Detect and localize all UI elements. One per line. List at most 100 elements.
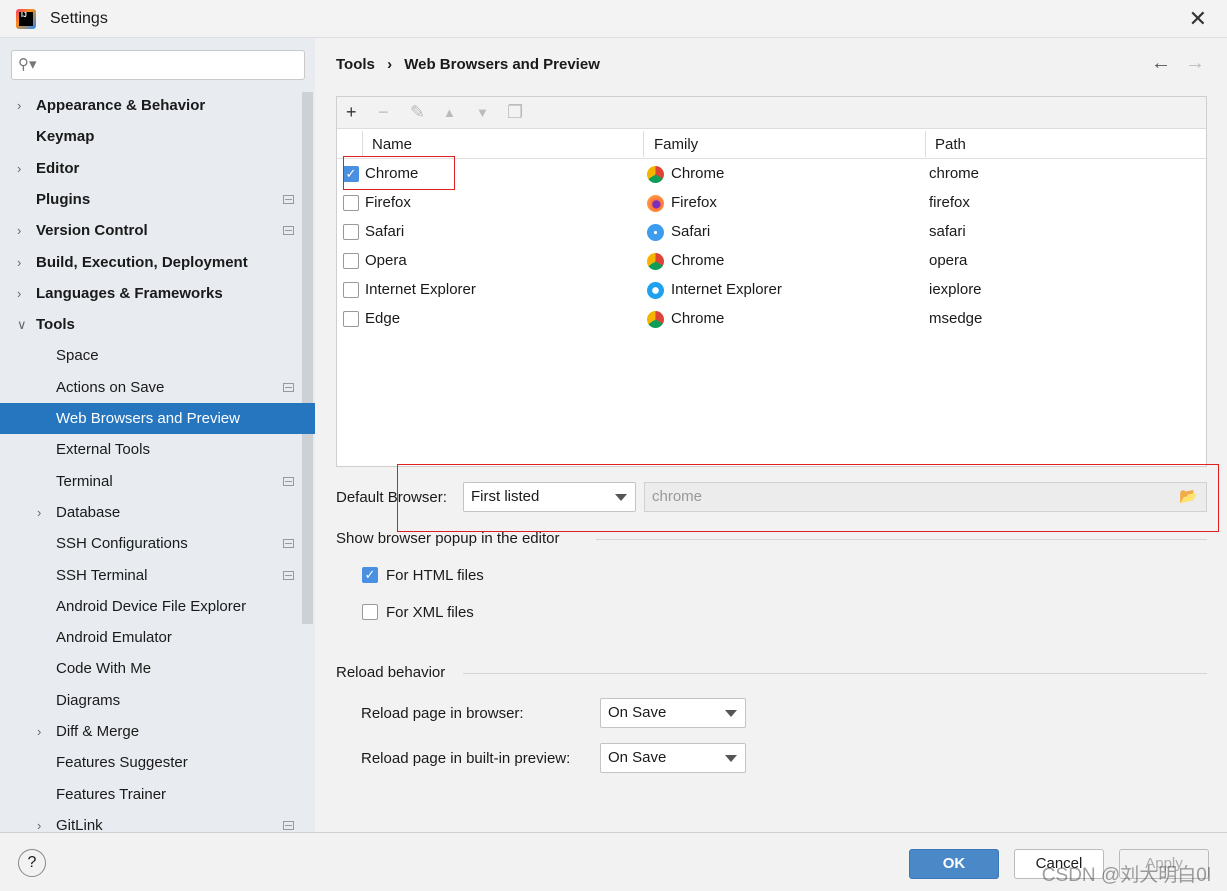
browser-family: Safari [671, 223, 711, 240]
sidebar-item[interactable]: Web Browsers and Preview [0, 403, 315, 434]
chevron-right-icon[interactable]: › [17, 215, 21, 246]
sidebar-item[interactable]: › Version Control [0, 215, 315, 246]
sidebar-item-label: Keymap [36, 128, 95, 146]
sidebar-item[interactable]: Features Suggester [0, 747, 315, 778]
sidebar-item[interactable]: Android Device File Explorer [0, 591, 315, 622]
sidebar-item[interactable]: SSH Terminal [0, 560, 315, 591]
breadcrumb-parent[interactable]: Tools [336, 56, 375, 73]
remove-icon[interactable]: − [378, 102, 389, 123]
sidebar-item-label: Terminal [56, 472, 113, 490]
watermark: CSDN @刘大明白0l [1041, 865, 1211, 886]
add-icon[interactable]: + [346, 102, 357, 123]
sidebar-item-label: SSH Configurations [56, 535, 188, 553]
chevron-right-icon[interactable]: › [17, 153, 21, 184]
table-row[interactable]: ✓ Chrome Chrome chrome [337, 160, 1206, 189]
back-arrow-icon[interactable]: ← [1151, 52, 1171, 75]
table-row[interactable]: Edge Chrome msedge [337, 305, 1206, 334]
reload-browser-value: On Save [608, 704, 667, 721]
sidebar-item-label: Web Browsers and Preview [56, 410, 240, 427]
xml-files-label[interactable]: For XML files [386, 604, 474, 621]
help-button[interactable]: ? [18, 849, 46, 877]
sidebar-item-label: Features Trainer [56, 785, 167, 803]
sidebar-item-label: Android Emulator [56, 629, 172, 647]
sidebar-item[interactable]: Code With Me [0, 653, 315, 684]
reload-browser-dropdown[interactable]: On Save [600, 698, 746, 728]
sidebar-item-label: GitLink [56, 816, 103, 832]
sidebar-item-label: Version Control [36, 222, 148, 240]
ok-button[interactable]: OK [909, 849, 999, 879]
title-bar: IJ Settings ✕ [0, 0, 1227, 38]
column-family[interactable]: Family [654, 136, 698, 153]
chevron-down-icon [725, 710, 737, 717]
browser-name: Internet Explorer [365, 281, 476, 298]
search-icon: ⚲▾ [18, 56, 37, 73]
close-icon[interactable]: ✕ [1189, 6, 1207, 32]
browser-path: safari [929, 223, 966, 240]
browser-active-checkbox[interactable] [343, 195, 359, 211]
sidebar-item[interactable]: Keymap [0, 121, 315, 152]
sidebar-item[interactable]: Android Emulator [0, 622, 315, 653]
browser-active-checkbox[interactable] [343, 311, 359, 327]
breadcrumb-separator: › [387, 56, 393, 73]
table-row[interactable]: Opera Chrome opera [337, 247, 1206, 276]
chevron-right-icon[interactable]: › [17, 278, 21, 309]
chevron-right-icon[interactable]: › [17, 90, 21, 121]
project-settings-icon [283, 820, 294, 830]
move-up-icon[interactable]: ▲ [443, 105, 456, 120]
chrome-icon [647, 253, 664, 270]
sidebar-item-label: Features Suggester [56, 754, 188, 772]
chevron-right-icon[interactable]: › [37, 810, 41, 832]
sidebar-item-label: Diagrams [56, 691, 121, 709]
sidebar-item[interactable]: › Languages & Frameworks [0, 278, 315, 309]
html-files-label[interactable]: For HTML files [386, 567, 484, 584]
sidebar-item[interactable]: › GitLink [0, 810, 315, 832]
html-files-checkbox[interactable]: ✓ [362, 567, 378, 583]
window-title: Settings [50, 10, 108, 27]
chevron-right-icon[interactable]: › [17, 247, 21, 278]
sidebar-item[interactable]: › Editor [0, 153, 315, 184]
table-row[interactable]: Safari Safari safari [337, 218, 1206, 247]
browser-family: Chrome [671, 252, 725, 269]
sidebar-item[interactable]: Diagrams [0, 685, 315, 716]
sidebar-item[interactable]: Plugins [0, 184, 315, 215]
xml-files-checkbox[interactable] [362, 604, 378, 620]
settings-search-input[interactable]: ⚲▾ [11, 50, 305, 80]
column-name[interactable]: Name [372, 136, 412, 153]
table-row[interactable]: Firefox Firefox firefox [337, 189, 1206, 218]
sidebar-item[interactable]: ∨ Tools [0, 309, 315, 340]
sidebar-item[interactable]: Actions on Save [0, 372, 315, 403]
table-row[interactable]: Internet Explorer Internet Explorer iexp… [337, 276, 1206, 305]
move-down-icon[interactable]: ▼ [476, 105, 489, 120]
browser-name: Opera [365, 252, 407, 269]
browser-path: opera [929, 252, 968, 269]
forward-arrow-icon[interactable]: → [1185, 52, 1205, 75]
sidebar-item[interactable]: Terminal [0, 466, 315, 497]
sidebar-item[interactable]: Space [0, 340, 315, 371]
sidebar-item[interactable]: Features Trainer [0, 779, 315, 810]
breadcrumb-current: Web Browsers and Preview [404, 56, 600, 73]
edit-pencil-icon[interactable]: ✎ [410, 102, 425, 123]
sidebar-item-label: SSH Terminal [56, 566, 148, 584]
browser-family: Internet Explorer [671, 281, 782, 298]
browser-active-checkbox[interactable] [343, 282, 359, 298]
column-path[interactable]: Path [935, 136, 966, 153]
browser-active-checkbox[interactable] [343, 224, 359, 240]
browser-active-checkbox[interactable] [343, 253, 359, 269]
sidebar-item[interactable]: SSH Configurations [0, 528, 315, 559]
copy-icon[interactable]: ❐ [507, 102, 523, 123]
chevron-down-icon[interactable]: ∨ [17, 309, 27, 340]
browser-name: Edge [365, 310, 401, 327]
sidebar-item[interactable]: › Build, Execution, Deployment [0, 247, 315, 278]
sidebar-item[interactable]: External Tools [0, 434, 315, 465]
sidebar-item[interactable]: › Appearance & Behavior [0, 90, 315, 121]
chevron-right-icon[interactable]: › [37, 716, 41, 747]
project-settings-icon [283, 194, 294, 204]
sidebar-item-label: Space [56, 347, 99, 365]
reload-preview-dropdown[interactable]: On Save [600, 743, 746, 773]
sidebar-item[interactable]: › Database [0, 497, 315, 528]
sidebar-item[interactable]: › Diff & Merge [0, 716, 315, 747]
browser-name: Safari [365, 223, 405, 240]
project-settings-icon [283, 226, 294, 236]
chevron-right-icon[interactable]: › [37, 497, 41, 528]
browser-name: Firefox [365, 194, 411, 211]
